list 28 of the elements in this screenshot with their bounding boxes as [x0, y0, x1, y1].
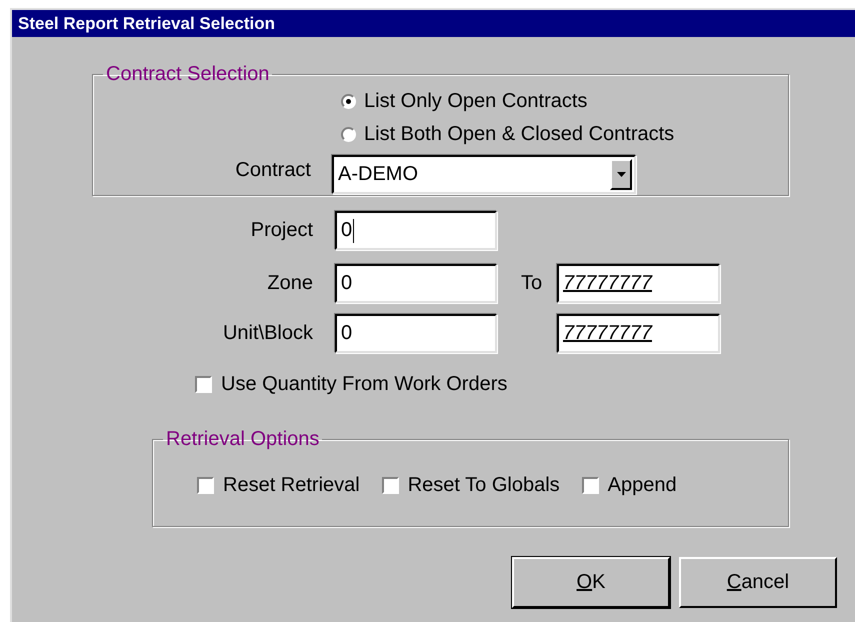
radio-button[interactable]: [341, 94, 356, 109]
group-title: Retrieval Options: [165, 428, 320, 450]
radio-label: List Both Open & Closed Contracts: [364, 123, 674, 146]
radio-label: List Only Open Contracts: [364, 90, 588, 113]
radio-button[interactable]: [341, 127, 356, 142]
checkbox[interactable]: [582, 477, 599, 494]
input-field[interactable]: 0: [335, 314, 497, 353]
input-field[interactable]: 77777777: [557, 264, 720, 303]
checkbox[interactable]: [197, 477, 214, 494]
field-label: To: [521, 272, 544, 295]
input-field[interactable]: 0: [335, 264, 497, 303]
field-label: Project: [250, 219, 314, 242]
checkbox[interactable]: [195, 376, 212, 393]
input-field[interactable]: 77777777: [557, 314, 720, 353]
checkbox-label: Reset Retrieval: [223, 474, 360, 497]
cancel-button[interactable]: Cancel: [679, 557, 837, 608]
field-label: Unit\Block: [222, 322, 314, 345]
checkbox-label: Use Quantity From Work Orders: [221, 373, 508, 396]
checkbox-label: Append: [608, 474, 677, 497]
ok-button[interactable]: OK: [512, 557, 670, 608]
window-title: Steel Report Retrieval Selection: [12, 10, 855, 37]
field-label: Contract: [234, 158, 312, 182]
checkbox[interactable]: [382, 477, 399, 494]
contract-dropdown[interactable]: A-DEMO: [332, 155, 636, 194]
checkbox-label: Reset To Globals: [408, 474, 560, 497]
input-field[interactable]: 0: [335, 211, 497, 250]
group-title: Contract Selection: [105, 63, 270, 85]
field-label: Zone: [266, 272, 314, 295]
